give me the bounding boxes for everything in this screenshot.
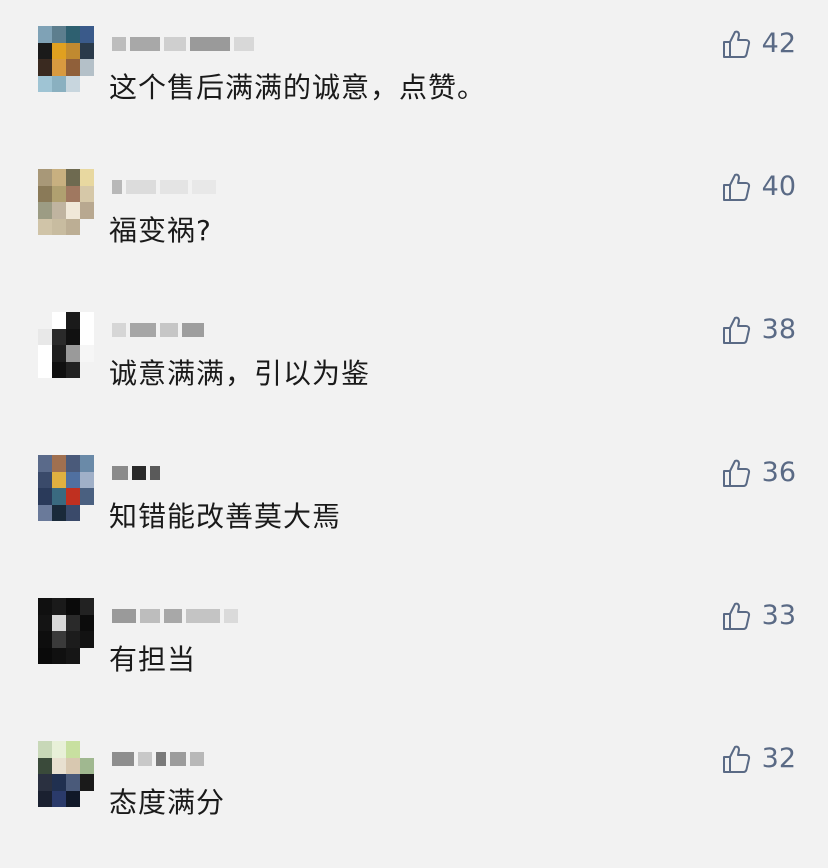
like-count: 32 [761, 743, 796, 774]
like-count: 38 [761, 314, 796, 345]
comment-item: 知错能改善莫大焉 36 [0, 429, 828, 572]
username-redacted[interactable] [112, 606, 238, 626]
username-redacted[interactable] [112, 34, 254, 54]
thumbs-up-icon [722, 316, 750, 344]
comment-text: 知错能改善莫大焉 [109, 500, 342, 533]
username-redacted[interactable] [112, 749, 204, 769]
avatar[interactable] [38, 598, 94, 664]
comment-text: 有担当 [109, 643, 197, 676]
comment-item: 有担当 33 [0, 572, 828, 715]
like-button[interactable]: 42 [720, 26, 796, 62]
comment-item: 福变祸? 40 [0, 143, 828, 286]
comment-list: 这个售后满满的诚意，点赞。 42 福变祸? 40 诚意满满，引以为鉴 38 知错… [0, 0, 828, 868]
like-button[interactable]: 32 [720, 741, 796, 777]
avatar[interactable] [38, 26, 94, 92]
thumbs-up-icon [722, 745, 750, 773]
comment-item: 态度满分 32 [0, 715, 828, 858]
like-button[interactable]: 33 [720, 598, 796, 634]
like-count: 40 [761, 171, 796, 202]
like-count: 33 [761, 600, 796, 631]
username-redacted[interactable] [112, 463, 160, 483]
like-button[interactable]: 40 [720, 169, 796, 205]
comment-text: 诚意满满，引以为鉴 [109, 357, 371, 390]
thumbs-up-icon [722, 459, 750, 487]
thumbs-up-icon [722, 173, 750, 201]
like-count: 36 [761, 457, 796, 488]
avatar[interactable] [38, 169, 94, 235]
like-button[interactable]: 38 [720, 312, 796, 348]
comment-text: 态度满分 [109, 786, 226, 819]
avatar[interactable] [38, 455, 94, 521]
comment-text: 这个售后满满的诚意，点赞。 [109, 71, 487, 104]
comment-item: 诚意满满，引以为鉴 38 [0, 286, 828, 429]
avatar[interactable] [38, 312, 94, 378]
like-button[interactable]: 36 [720, 455, 796, 491]
avatar[interactable] [38, 741, 94, 807]
thumbs-up-icon [722, 30, 750, 58]
thumbs-up-icon [722, 602, 750, 630]
like-count: 42 [761, 28, 796, 59]
username-redacted[interactable] [112, 320, 204, 340]
username-redacted[interactable] [112, 177, 216, 197]
comment-text: 福变祸? [109, 214, 212, 247]
comment-item: 这个售后满满的诚意，点赞。 42 [0, 0, 828, 143]
